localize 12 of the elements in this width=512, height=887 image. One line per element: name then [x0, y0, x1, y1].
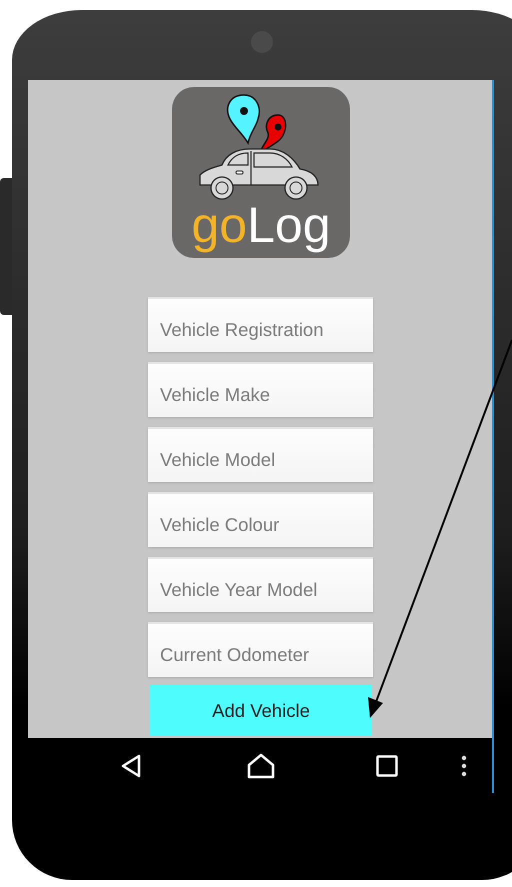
input-field[interactable]: Vehicle Registration: [148, 297, 373, 352]
add-vehicle-button[interactable]: Add Vehicle: [150, 685, 372, 736]
input-field[interactable]: Vehicle Year Model: [148, 557, 373, 612]
input-field[interactable]: Vehicle Colour: [148, 492, 373, 547]
back-icon[interactable]: [120, 754, 142, 778]
logo-wordmark: goLog: [190, 200, 332, 250]
recent-apps-icon[interactable]: [376, 754, 398, 776]
input-field[interactable]: Current Odometer: [148, 622, 373, 677]
input-field[interactable]: Vehicle Model: [148, 427, 373, 482]
input-field[interactable]: Vehicle Make: [148, 362, 373, 417]
home-icon[interactable]: [247, 752, 275, 778]
more-options-icon[interactable]: [461, 754, 467, 776]
